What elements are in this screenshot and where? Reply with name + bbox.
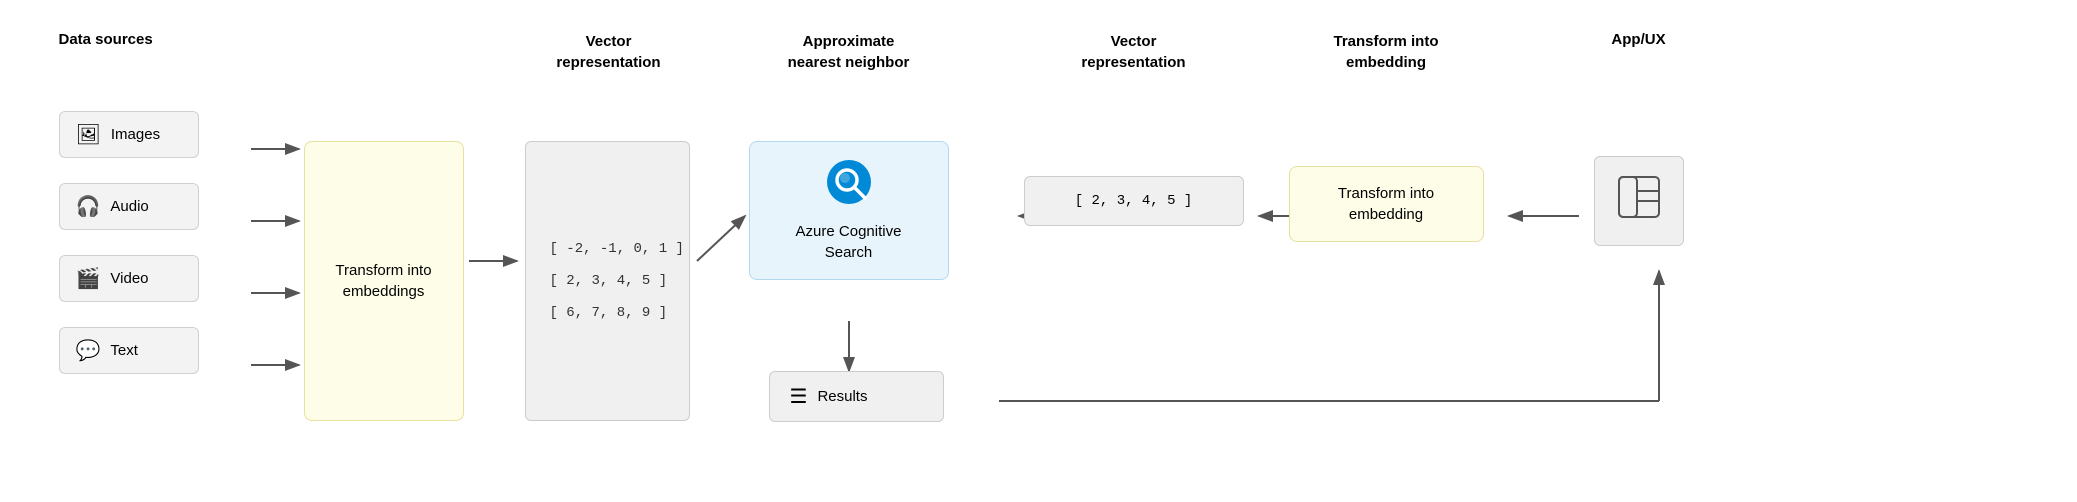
vector-row-2: [ 2, 3, 4, 5 ]: [550, 273, 665, 289]
video-icon: 🎬: [76, 266, 101, 291]
results-icon: ☰: [790, 384, 808, 409]
ann-label: Approximatenearest neighbor: [788, 33, 910, 71]
images-label: Images: [111, 126, 160, 143]
source-audio: 🎧 Audio: [59, 183, 199, 230]
vector-rep-1-label: Vectorrepresentation: [556, 33, 660, 71]
vector-rep-2-label: Vectorrepresentation: [1081, 33, 1185, 71]
azure-search-box: Azure CognitiveSearch: [749, 141, 949, 280]
audio-label: Audio: [110, 198, 148, 215]
source-images: 🖼 Images: [59, 111, 199, 158]
vector-rep-2-value: [ 2, 3, 4, 5 ]: [1075, 193, 1193, 209]
transform-embeddings-box: Transform intoembeddings: [304, 141, 464, 421]
results-label: Results: [817, 388, 867, 405]
video-label: Video: [110, 270, 148, 287]
transform-embedding-box: Transform intoembedding: [1289, 166, 1484, 242]
appux-box: [1594, 156, 1684, 246]
vector-rep-1-box: [ -2, -1, 0, 1 ] [ 2, 3, 4, 5 ] [ 6, 7, …: [525, 141, 690, 421]
text-icon: 💬: [76, 338, 101, 363]
appux-icon: [1617, 175, 1661, 228]
vector-rep-2-box: [ 2, 3, 4, 5 ]: [1024, 176, 1244, 226]
azure-icon: [825, 158, 873, 213]
appux-label: App/UX: [1611, 31, 1665, 48]
transform-embedding-text: Transform intoembedding: [1338, 185, 1434, 223]
text-label: Text: [110, 342, 138, 359]
azure-search-label: Azure CognitiveSearch: [796, 221, 902, 263]
data-sources-label: Data sources: [59, 31, 153, 48]
transform-embedding-label: Transform intoembedding: [1333, 33, 1438, 71]
vector-row-1: [ -2, -1, 0, 1 ]: [550, 241, 665, 257]
source-video: 🎬 Video: [59, 255, 199, 302]
vector-row-3: [ 6, 7, 8, 9 ]: [550, 305, 665, 321]
audio-icon: 🎧: [76, 194, 101, 219]
images-icon: 🖼: [76, 122, 101, 147]
transform-embeddings-label: Transform intoembeddings: [335, 260, 431, 302]
source-text: 💬 Text: [59, 327, 199, 374]
results-box: ☰ Results: [769, 371, 944, 422]
